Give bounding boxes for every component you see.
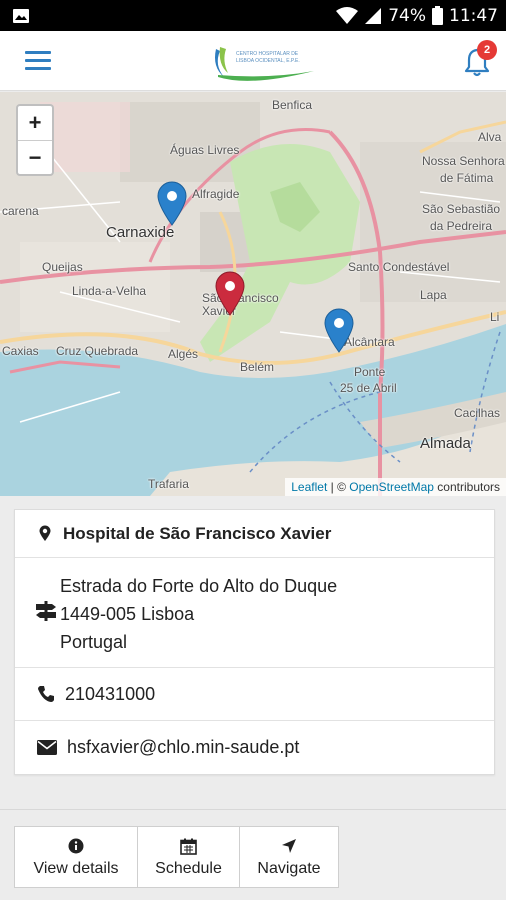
view-details-label: View details: [33, 860, 119, 877]
map-label-ponte: Ponte: [354, 365, 386, 379]
map-label-trafaria: Trafaria: [148, 477, 189, 491]
notifications-button[interactable]: 2: [460, 40, 500, 79]
map-label-alges: Algés: [168, 347, 199, 361]
action-button-group: View details Schedule Navigate: [14, 826, 339, 888]
notification-count-badge: 2: [477, 40, 497, 60]
map-label-caxias: Caxias: [2, 344, 39, 358]
map-label-aguas-livres: Águas Livres: [170, 143, 240, 157]
map-label-benfica: Benfica: [272, 98, 313, 112]
signal-icon: [365, 7, 382, 24]
view-details-button[interactable]: View details: [15, 827, 138, 887]
location-arrow-icon: [282, 839, 296, 853]
map-label-cruz-quebrada: Cruz Quebrada: [56, 344, 139, 358]
map-label-santo-condestavel: Santo Condestável: [348, 260, 450, 274]
status-bar: 74% 11:47: [0, 0, 506, 31]
map-label-cacilhas: Cacilhas: [454, 406, 501, 420]
map-marker-sao-francisco-xavier-selected[interactable]: [214, 270, 246, 316]
map-label-li: Li: [490, 310, 500, 324]
phone-icon: [38, 686, 54, 702]
address-row[interactable]: Estrada do Forte do Alto do Duque 1449-0…: [15, 558, 494, 668]
calendar-icon: [180, 838, 197, 855]
location-info-card: Hospital de São Francisco Xavier Estrada…: [14, 509, 495, 775]
envelope-icon: [37, 740, 57, 755]
info-circle-icon: [68, 838, 84, 854]
map-label-carnaxide: Carnaxide: [106, 224, 175, 241]
map-label-alvalade: Alva: [478, 130, 502, 144]
map-label-belem: Belém: [240, 360, 275, 374]
attribution-suffix: contributors: [433, 480, 500, 494]
zoom-controls: + −: [16, 104, 54, 176]
map-label-linda-a-velha: Linda-a-Velha: [72, 284, 147, 298]
map-marker-alcantara[interactable]: [323, 307, 355, 353]
map-label-de-fatima: de Fátima: [440, 171, 494, 185]
openstreetmap-link[interactable]: OpenStreetMap: [349, 480, 434, 494]
address-line-3: Portugal: [60, 632, 128, 652]
map-label-nossa-senhora: Nossa Senhora: [422, 154, 505, 168]
phone-number: 210431000: [65, 683, 156, 704]
logo-line1: CENTRO HOSPITALAR DE: [236, 51, 299, 57]
wifi-icon: [336, 6, 359, 24]
hamburger-menu-button[interactable]: [22, 48, 56, 74]
card-divider: [0, 809, 506, 810]
map-label-barcarena: carena: [2, 204, 39, 218]
zoom-in-button[interactable]: +: [18, 106, 52, 140]
map-label-queijas: Queijas: [42, 260, 83, 274]
signpost-icon: [36, 601, 56, 621]
leaflet-link[interactable]: Leaflet: [291, 480, 327, 494]
map-marker-icon: [39, 525, 51, 541]
map-label-sao-sebastiao: São Sebastião: [422, 202, 501, 216]
map-label-da-pedreira: da Pedreira: [430, 219, 493, 233]
map-view[interactable]: Benfica Águas Livres Alfragide Carnaxide…: [0, 92, 506, 496]
address-line-2: 1449-005 Lisboa: [60, 604, 195, 624]
battery-icon: [432, 6, 443, 25]
map-marker-carnaxide[interactable]: [156, 180, 188, 226]
clock: 11:47: [449, 5, 498, 26]
map-label-alfragide: Alfragide: [192, 187, 240, 201]
logo-line2: LISBOA OCIDENTAL, E.P.E.: [236, 58, 300, 64]
map-attribution: Leaflet | © OpenStreetMap contributors: [285, 478, 506, 496]
email-address: hsfxavier@chlo.min-saude.pt: [67, 737, 300, 757]
attribution-separator: | ©: [327, 480, 350, 494]
navigate-label: Navigate: [257, 860, 321, 877]
app-header: CENTRO HOSPITALAR DE LISBOA OCIDENTAL, E…: [0, 31, 506, 91]
schedule-label: Schedule: [155, 860, 222, 877]
gallery-notification-icon: [13, 8, 29, 23]
map-label-lapa: Lapa: [420, 288, 447, 302]
chlo-logo: CENTRO HOSPITALAR DE LISBOA OCIDENTAL, E…: [215, 47, 314, 81]
map-label-ponte-25-abril: 25 de Abril: [340, 381, 397, 395]
battery-percent: 74%: [388, 5, 426, 26]
location-name: Hospital de São Francisco Xavier: [63, 523, 332, 543]
location-title-row: Hospital de São Francisco Xavier: [15, 510, 494, 558]
navigate-button[interactable]: Navigate: [240, 827, 338, 887]
address-line-1: Estrada do Forte do Alto do Duque: [60, 576, 338, 596]
map-label-almada: Almada: [420, 435, 471, 452]
phone-row[interactable]: 210431000: [15, 668, 494, 721]
schedule-button[interactable]: Schedule: [138, 827, 240, 887]
zoom-out-button[interactable]: −: [18, 140, 52, 174]
email-row[interactable]: hsfxavier@chlo.min-saude.pt: [15, 721, 494, 774]
